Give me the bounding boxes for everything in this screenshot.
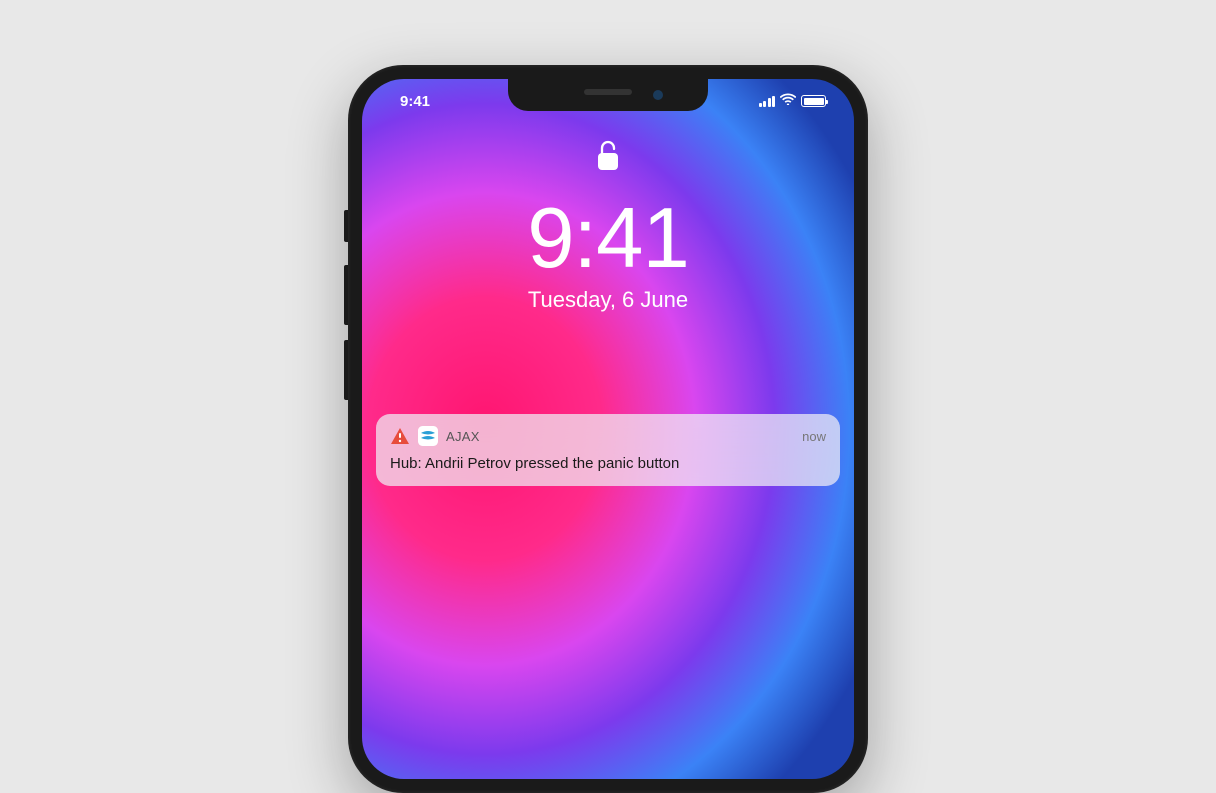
- front-camera: [653, 90, 663, 100]
- wifi-icon: [780, 92, 796, 110]
- lockscreen-content: 9:41 Tuesday, 6 June: [362, 139, 854, 313]
- notification-timestamp: now: [802, 429, 826, 444]
- notification-card[interactable]: AJAX now Hub: Andrii Petrov pressed the …: [376, 414, 840, 486]
- ajax-app-icon: [418, 426, 438, 446]
- notification-header: AJAX now: [390, 426, 826, 446]
- lockscreen-date: Tuesday, 6 June: [528, 287, 688, 313]
- speaker-grille: [584, 89, 632, 95]
- status-time: 9:41: [400, 93, 430, 110]
- notification-body: Hub: Andrii Petrov pressed the panic but…: [390, 454, 826, 474]
- status-icons: [759, 92, 827, 110]
- phone-screen: 9:41: [362, 79, 854, 779]
- unlock-icon: [596, 139, 620, 178]
- phone-notch: [508, 79, 708, 111]
- battery-icon: [801, 95, 826, 107]
- cellular-signal-icon: [759, 96, 776, 107]
- alert-triangle-icon: [390, 426, 410, 446]
- lockscreen-clock: 9:41: [527, 196, 688, 281]
- notification-app-name: AJAX: [446, 429, 794, 444]
- phone-device-frame: 9:41: [348, 65, 868, 793]
